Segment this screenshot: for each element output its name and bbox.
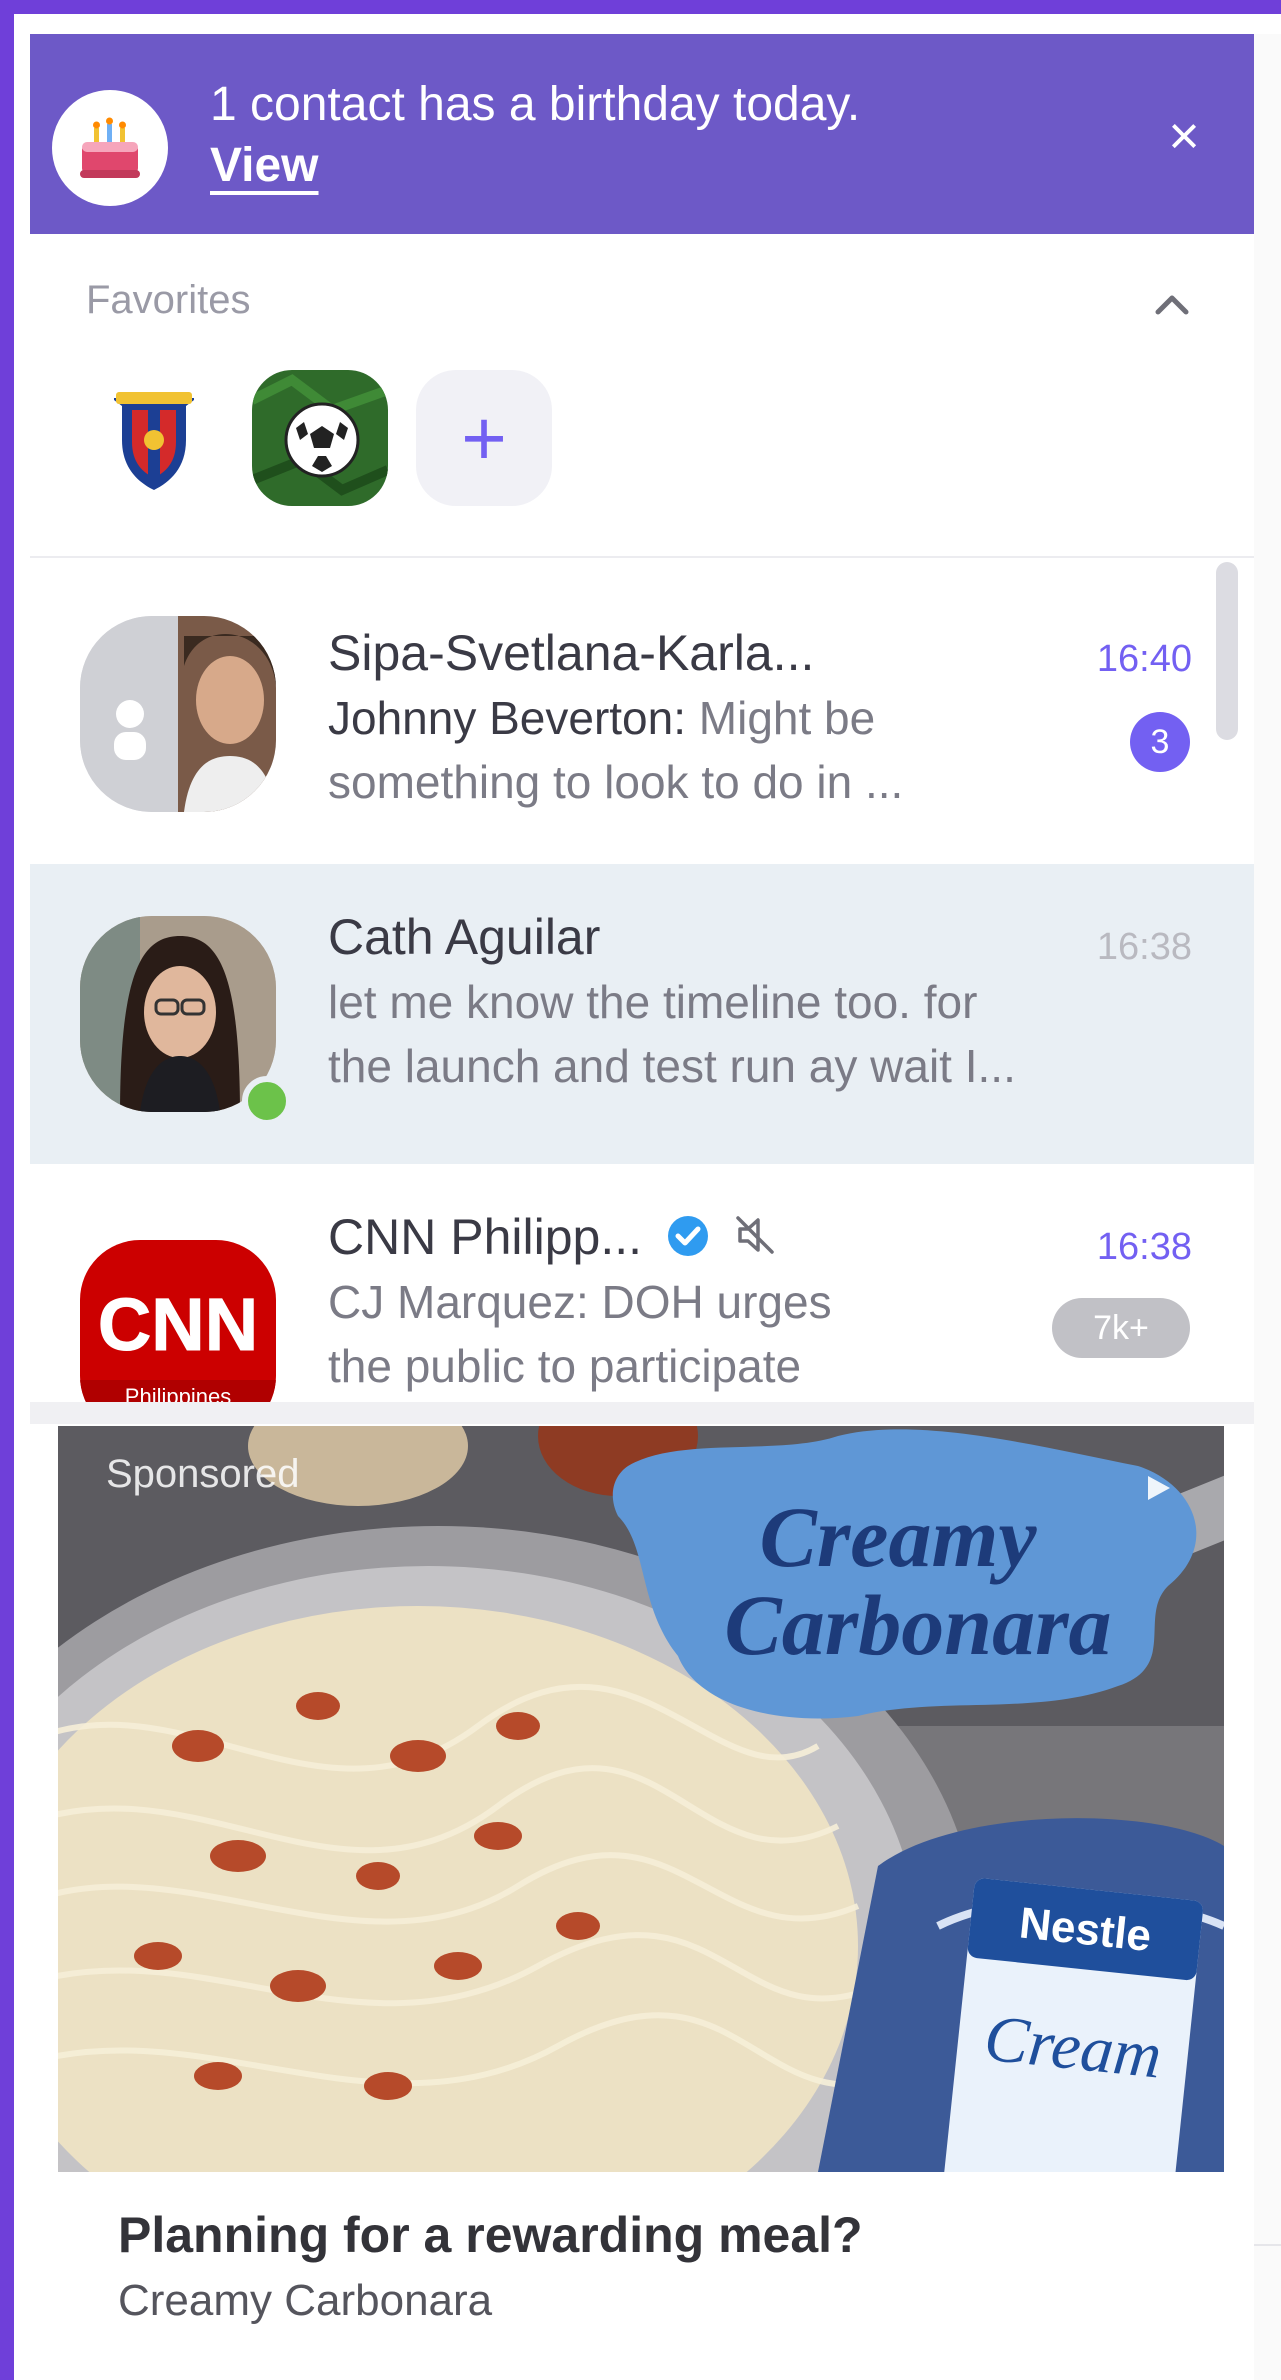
ad-image[interactable]: Creamy Carbonara Nestle Cream <box>58 1426 1224 2172</box>
chat-time: 16:38 <box>1096 1226 1192 1268</box>
chat-list-panel: 1 contact has a birthday today. View × F… <box>30 34 1254 2380</box>
cnn-logo-text: CNN <box>98 1283 258 1366</box>
favorites-title: Favorites <box>86 278 251 322</box>
chat-name: Sipa-Svetlana-Karla... <box>328 625 815 681</box>
chat-row[interactable]: Sipa-Svetlana-Karla... Johnny Beverton: … <box>30 558 1254 858</box>
chat-name: CNN Philipp... <box>328 1209 642 1265</box>
chat-sender: Johnny Beverton: <box>328 692 687 744</box>
conversation-pane-edge <box>1254 34 1281 2380</box>
chat-message-line: Johnny Beverton: Might be <box>328 686 1188 750</box>
verified-icon <box>666 1212 710 1270</box>
ad-image-title-line1: Creamy <box>759 1489 1037 1585</box>
chat-time: 16:40 <box>1096 638 1192 680</box>
ad-separator <box>30 1402 1254 1424</box>
close-icon[interactable]: × <box>1152 104 1216 168</box>
birthday-view-link[interactable]: View <box>210 138 319 193</box>
contact-avatar <box>80 916 276 1112</box>
cnn-logo-subtext: Philippines <box>125 1384 231 1402</box>
chat-message-text: Might be <box>686 692 876 744</box>
ad-image-title-line2: Carbonara <box>724 1577 1111 1673</box>
ad-subline: Creamy Carbonara <box>118 2276 493 2325</box>
chat-message-line: let me know the timeline too. for <box>328 976 978 1028</box>
unread-badge: 3 <box>1130 712 1190 772</box>
chat-time: 16:38 <box>1096 926 1192 968</box>
sponsored-label: Sponsored <box>106 1452 300 1496</box>
muted-icon <box>732 1212 778 1270</box>
chat-row[interactable]: Cath Aguilar let me know the timeline to… <box>30 864 1254 1164</box>
app-window: 1 contact has a birthday today. View × F… <box>14 14 1281 2380</box>
chat-message-line: the launch and test run ay wait I... <box>328 1040 1016 1092</box>
favorite-football-group[interactable] <box>252 370 388 506</box>
add-favorite-button[interactable]: + <box>416 370 552 506</box>
divider <box>1254 2244 1281 2246</box>
birthday-banner: 1 contact has a birthday today. View × <box>30 34 1254 234</box>
birthday-message: 1 contact has a birthday today. <box>210 78 861 131</box>
chevron-up-icon[interactable] <box>1142 274 1202 334</box>
chat-message-line: something to look to do in ... <box>328 756 904 808</box>
ad-headline[interactable]: Planning for a rewarding meal? <box>118 2206 863 2264</box>
unread-badge: 7k+ <box>1052 1298 1190 1358</box>
birthday-cake-icon <box>52 90 168 206</box>
chat-name-row: CNN Philipp... <box>328 1208 778 1270</box>
favorite-club-crest[interactable] <box>86 370 222 506</box>
group-avatar <box>80 616 276 812</box>
cnn-logo-avatar: CNN Philippines <box>80 1240 276 1402</box>
online-status-dot <box>242 1076 292 1126</box>
scrollbar[interactable] <box>1216 562 1238 740</box>
chat-row[interactable]: CNN Philippines CNN Philipp... CJ Marque <box>30 1170 1254 1402</box>
chat-name: Cath Aguilar <box>328 909 601 965</box>
